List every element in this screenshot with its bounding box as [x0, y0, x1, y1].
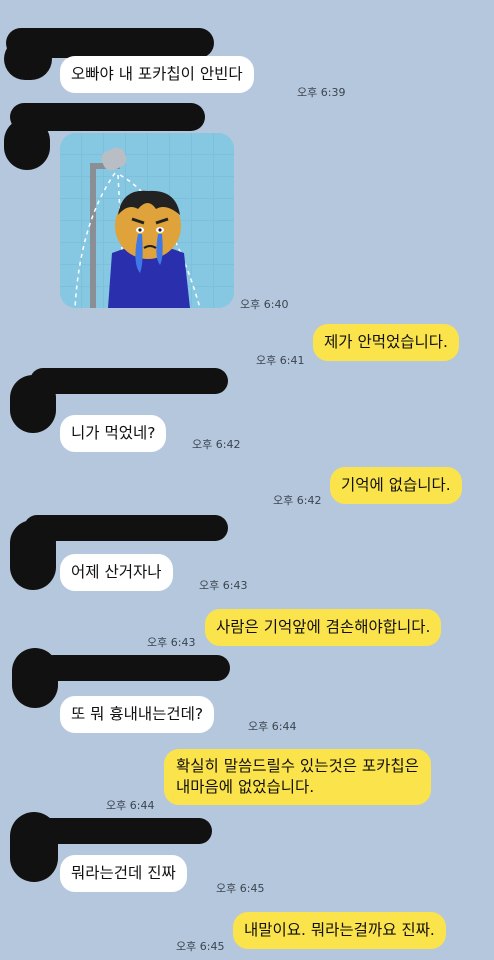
- message-line: 내마음에 없었습니다.: [176, 778, 315, 796]
- redacted-avatar-6: [10, 812, 58, 882]
- message-timestamp: 오후 6:43: [199, 579, 248, 592]
- message-bubble-incoming[interactable]: 어제 산거자나: [60, 554, 173, 591]
- redacted-avatar-3: [10, 375, 56, 433]
- redacted-sender-3: [30, 368, 228, 394]
- redacted-avatar-2: [4, 118, 50, 170]
- crying-shower-sticker[interactable]: [60, 133, 234, 308]
- message-bubble-incoming[interactable]: 오빠야 내 포카칩이 안빈다: [60, 56, 254, 93]
- message-bubble-outgoing[interactable]: 확실히 말씀드릴수 있는것은 포카칩은 내마음에 없었습니다.: [164, 749, 431, 805]
- message-timestamp: 오후 6:45: [216, 882, 265, 895]
- message-timestamp: 오후 6:42: [192, 438, 241, 451]
- crying-shower-sticker-art: [60, 133, 234, 308]
- message-timestamp: 오후 6:41: [256, 354, 305, 367]
- message-timestamp: 오후 6:43: [147, 636, 196, 649]
- message-bubble-outgoing[interactable]: 내말이요. 뭐라는걸까요 진짜.: [233, 912, 446, 949]
- message-bubble-incoming[interactable]: 니가 먹었네?: [60, 415, 167, 452]
- message-bubble-incoming[interactable]: 뭐라는건데 진짜: [60, 855, 187, 892]
- message-timestamp: 오후 6:42: [273, 494, 322, 507]
- message-bubble-incoming[interactable]: 또 뭐 흉내내는건데?: [60, 696, 215, 733]
- message-timestamp: 오후 6:44: [248, 720, 297, 733]
- message-timestamp: 오후 6:40: [240, 298, 289, 311]
- redacted-avatar-5: [12, 648, 58, 708]
- message-bubble-outgoing[interactable]: 제가 안먹었습니다.: [313, 324, 459, 361]
- message-timestamp: 오후 6:44: [106, 799, 155, 812]
- message-timestamp: 오후 6:45: [176, 940, 225, 953]
- redacted-sender-5: [40, 655, 230, 681]
- redacted-avatar-4: [10, 520, 56, 590]
- message-bubble-outgoing[interactable]: 사람은 기억앞에 겸손해야합니다.: [205, 609, 442, 646]
- redacted-avatar-1: [4, 38, 52, 80]
- message-timestamp: 오후 6:39: [297, 86, 346, 99]
- message-line: 확실히 말씀드릴수 있는것은 포카칩은: [176, 757, 419, 775]
- message-bubble-outgoing[interactable]: 기억에 없습니다.: [330, 467, 462, 504]
